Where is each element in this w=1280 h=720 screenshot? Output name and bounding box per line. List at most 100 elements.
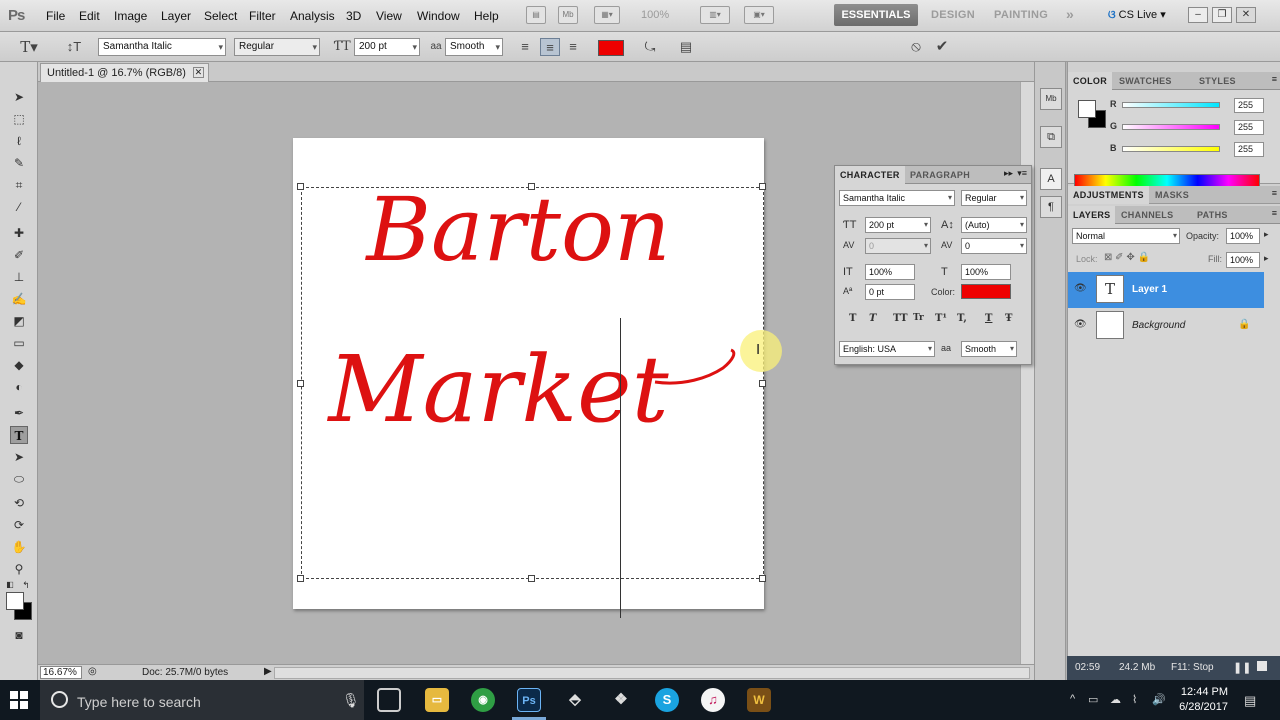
char-language-select[interactable]: English: USA ▾	[839, 341, 935, 357]
mini-bridge-panel-icon[interactable]: Mb	[1040, 88, 1062, 110]
view-extras-icon[interactable]: ▦▾	[594, 6, 620, 24]
paragraph-panel-icon[interactable]: ¶	[1040, 196, 1062, 218]
channel-value-field[interactable]: 255	[1234, 98, 1264, 113]
move-tool-icon[interactable]: ➤	[10, 88, 28, 106]
tab-paths[interactable]: PATHS	[1192, 206, 1233, 224]
menu-edit[interactable]: Edit	[79, 9, 100, 23]
tab-swatches[interactable]: SWATCHES	[1114, 72, 1177, 90]
lasso-tool-icon[interactable]: ℓ	[10, 132, 28, 150]
pen-tool-icon[interactable]: ✒	[10, 404, 28, 422]
task-view-icon[interactable]	[377, 688, 401, 712]
char-tracking-field[interactable]: 0 ▾	[961, 238, 1027, 254]
panel-menu-icon[interactable]: ≡	[1272, 74, 1277, 84]
menu-analysis[interactable]: Analysis	[290, 9, 335, 23]
dodge-tool-icon[interactable]: ◐	[10, 378, 28, 396]
channel-slider-track[interactable]	[1122, 124, 1220, 130]
blend-mode-select[interactable]: Normal ▾	[1072, 228, 1180, 244]
menu-3d[interactable]: 3D	[346, 9, 361, 23]
eye-icon[interactable]: 👁	[1074, 283, 1087, 294]
eye-icon[interactable]: 👁	[1074, 319, 1087, 330]
layer-name[interactable]: Background	[1132, 320, 1185, 331]
gradient-tool-icon[interactable]: ▭	[10, 334, 28, 352]
status-menu-arrow-icon[interactable]: ▶	[264, 666, 272, 677]
network-icon[interactable]: ⌇	[1132, 693, 1137, 706]
workspace-design[interactable]: DESIGN	[931, 9, 975, 21]
action-center-icon[interactable]: ▤	[1244, 693, 1256, 709]
transform-handle[interactable]	[759, 183, 766, 190]
cancel-edits-icon[interactable]: ⦸	[906, 38, 926, 56]
inkscape-icon[interactable]: ⬘	[563, 688, 587, 712]
quick-selection-tool-icon[interactable]: ✎	[10, 154, 28, 172]
eraser-tool-icon[interactable]: ◩	[10, 312, 28, 330]
history-panel-icon[interactable]: ⧉	[1040, 126, 1062, 148]
underline-button[interactable]: T	[985, 313, 992, 324]
channel-slider-track[interactable]	[1122, 102, 1220, 108]
color-slider-b[interactable]: B 255	[1110, 142, 1280, 158]
panel-menu-icon[interactable]: ≡	[1272, 208, 1277, 218]
menu-filter[interactable]: Filter	[249, 9, 276, 23]
tab-channels[interactable]: CHANNELS	[1116, 206, 1178, 224]
toggle-orientation-icon[interactable]: ↕T	[64, 38, 84, 56]
document-canvas[interactable]: Barton Market	[293, 138, 766, 609]
channel-value-field[interactable]: 255	[1234, 120, 1264, 135]
color-panel-foreground-swatch[interactable]	[1078, 100, 1096, 118]
font-family-select[interactable]: Samantha Italic ▾	[98, 38, 226, 56]
channel-slider-track[interactable]	[1122, 146, 1220, 152]
transform-handle[interactable]	[297, 575, 304, 582]
crop-tool-icon[interactable]: ⌗	[10, 176, 28, 194]
history-brush-tool-icon[interactable]: ✍	[10, 290, 28, 308]
panel-menu-icon[interactable]: ≡	[1272, 188, 1277, 198]
wow-icon[interactable]: W	[747, 688, 771, 712]
channel-value-field[interactable]: 255	[1234, 142, 1264, 157]
menu-view[interactable]: View	[376, 9, 402, 23]
3d-orbit-tool-icon[interactable]: ⟳	[10, 516, 28, 534]
show-hidden-icons[interactable]: ^	[1070, 693, 1075, 705]
skype-icon[interactable]: S	[655, 688, 679, 712]
marquee-tool-icon[interactable]: ⬚	[10, 110, 28, 128]
workspace-painting[interactable]: PAINTING	[994, 9, 1048, 21]
stop-icon[interactable]	[1257, 661, 1267, 671]
align-center-icon[interactable]: ≡	[540, 38, 560, 56]
lock-icons[interactable]: ⊠ ✐ ✥ 🔒	[1104, 252, 1150, 263]
tab-styles[interactable]: STYLES	[1194, 72, 1241, 90]
character-panel-toggle-icon[interactable]: ▤	[676, 38, 696, 56]
menu-layer[interactable]: Layer	[161, 9, 191, 23]
healing-brush-tool-icon[interactable]: ✚	[10, 224, 28, 242]
opacity-arrow-icon[interactable]: ▸	[1264, 229, 1269, 240]
tab-adjustments[interactable]: ADJUSTMENTS	[1068, 186, 1149, 204]
mini-bridge-icon[interactable]: Mb	[558, 6, 578, 24]
quick-mask-icon[interactable]: ◙	[10, 626, 28, 644]
strikethrough-button[interactable]: Ŧ	[1005, 313, 1012, 324]
commit-edits-icon[interactable]: ✔	[932, 38, 952, 56]
tab-character[interactable]: CHARACTER	[835, 166, 905, 184]
menu-window[interactable]: Window	[417, 9, 460, 23]
char-font-family-select[interactable]: Samantha Italic ▾	[839, 190, 955, 206]
photoshop-taskbar-icon[interactable]: Ps	[517, 688, 541, 712]
arrange-documents-icon[interactable]: ▥▾	[700, 6, 730, 24]
onedrive-icon[interactable]: ☁	[1110, 693, 1121, 706]
text-tool-preset-icon[interactable]: T▾	[16, 38, 42, 56]
3d-rotate-tool-icon[interactable]: ⟲	[10, 494, 28, 512]
path-selection-tool-icon[interactable]: ➤	[10, 448, 28, 466]
superscript-button[interactable]: T¹	[935, 313, 947, 324]
collapse-panel-icon[interactable]: ▸▸	[1004, 168, 1013, 179]
battery-icon[interactable]: ▭	[1088, 693, 1098, 706]
layer-row-layer-1[interactable]: 👁 T Layer 1	[1068, 272, 1264, 308]
type-tool-icon[interactable]: T	[10, 426, 28, 444]
char-size-field[interactable]: 200 pt ▾	[865, 217, 931, 233]
transform-handle[interactable]	[528, 575, 535, 582]
tab-color[interactable]: COLOR	[1068, 72, 1112, 90]
workspace-essentials[interactable]: ESSENTIALS	[834, 4, 918, 26]
status-zoom-field[interactable]: 16.67%	[40, 666, 82, 679]
clone-stamp-tool-icon[interactable]: ⊥	[10, 268, 28, 286]
transform-handle[interactable]	[759, 575, 766, 582]
close-window-button[interactable]: ✕	[1236, 7, 1256, 23]
blur-tool-icon[interactable]: ◆	[10, 356, 28, 374]
menu-image[interactable]: Image	[114, 9, 147, 23]
menu-help[interactable]: Help	[474, 9, 499, 23]
text-line-barton[interactable]: Barton	[283, 178, 754, 281]
restore-button[interactable]: ❐	[1212, 7, 1232, 23]
color-slider-g[interactable]: G 255	[1110, 120, 1280, 136]
faux-italic-button[interactable]: T	[869, 313, 876, 324]
more-workspaces-icon[interactable]: »	[1066, 6, 1074, 22]
